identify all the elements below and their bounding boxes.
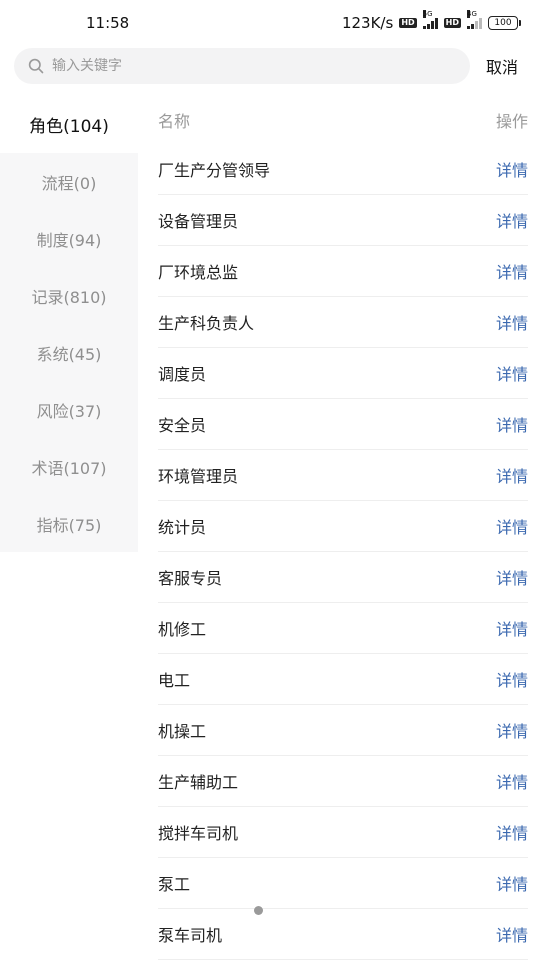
column-header-action: 操作 [495, 112, 528, 131]
row-name: 生产科负责人 [158, 314, 255, 333]
row-name: 机操工 [158, 722, 207, 741]
category-list: 角色(104) 流程(0) 制度(94) 记录(810) 系统(45) 风险(3… [0, 96, 138, 552]
battery-level: 100 [494, 18, 512, 28]
search-input[interactable] [52, 58, 412, 74]
sidebar-item-terms[interactable]: 术语(107) [0, 438, 138, 495]
sidebar-item-processes[interactable]: 流程(0) [0, 153, 138, 210]
row-name: 泵车司机 [158, 926, 223, 945]
detail-link[interactable]: 详情 [496, 157, 528, 181]
sidebar-empty-area [0, 552, 138, 960]
signal-5g-icon: 5G [422, 10, 438, 29]
row-name: 机修工 [158, 620, 207, 639]
detail-link[interactable]: 详情 [496, 463, 528, 487]
sidebar-item-roles[interactable]: 角色(104) [0, 96, 138, 153]
search-row: 取消 [0, 46, 540, 86]
detail-link[interactable]: 详情 [496, 208, 528, 232]
detail-link[interactable]: 详情 [496, 616, 528, 640]
row-name: 安全员 [158, 416, 207, 435]
table-row: 生产辅助工 详情 [158, 756, 528, 807]
detail-link[interactable]: 详情 [496, 769, 528, 793]
detail-link[interactable]: 详情 [496, 565, 528, 589]
row-name: 搅拌车司机 [158, 824, 239, 843]
detail-link[interactable]: 详情 [496, 514, 528, 538]
row-name: 电工 [158, 671, 191, 690]
table-row: 调度员 详情 [158, 348, 528, 399]
role-list: 名称 操作 厂生产分管领导 详情 设备管理员 详情 厂环境总监 详情 生产科负责… [158, 96, 528, 960]
table-row: 搅拌车司机 详情 [158, 807, 528, 858]
network-speed: 123K/s [341, 14, 394, 32]
row-name: 生产辅助工 [158, 773, 239, 792]
hd-icon: HD [443, 18, 461, 28]
list-header: 名称 操作 [158, 96, 528, 144]
sidebar-item-records[interactable]: 记录(810) [0, 267, 138, 324]
status-time: 11:58 [86, 14, 130, 32]
signal-4g-icon: 4G [467, 10, 482, 29]
detail-link[interactable]: 详情 [496, 259, 528, 283]
signal-gen-label: 5G [422, 10, 433, 18]
column-header-name: 名称 [158, 112, 191, 131]
hd-icon: HD [399, 18, 417, 28]
row-name: 客服专员 [158, 569, 223, 588]
search-icon [28, 58, 44, 74]
sidebar-item-indicators[interactable]: 指标(75) [0, 495, 138, 552]
table-row: 泵工 详情 [158, 858, 528, 909]
detail-link[interactable]: 详情 [496, 871, 528, 895]
table-row: 厂生产分管领导 详情 [158, 144, 528, 195]
battery-icon: 100 [488, 16, 521, 30]
detail-link[interactable]: 详情 [496, 718, 528, 742]
table-row: 电工 详情 [158, 654, 528, 705]
scroll-indicator-dot [254, 906, 263, 915]
row-name: 泵工 [158, 875, 191, 894]
row-name: 设备管理员 [158, 212, 239, 231]
table-row: 环境管理员 详情 [158, 450, 528, 501]
sidebar-item-risks[interactable]: 风险(37) [0, 381, 138, 438]
table-row: 客服专员 详情 [158, 552, 528, 603]
row-name: 厂环境总监 [158, 263, 239, 282]
detail-link[interactable]: 详情 [496, 922, 528, 946]
status-bar: 11:58 123K/s HD 5G HD 4G 100 [0, 0, 540, 46]
status-icons: 123K/s HD 5G HD 4G 100 [341, 10, 521, 32]
table-row: 设备管理员 详情 [158, 195, 528, 246]
row-name: 统计员 [158, 518, 207, 537]
row-name: 环境管理员 [158, 467, 239, 486]
cancel-button[interactable]: 取消 [486, 54, 518, 78]
sidebar-item-systems[interactable]: 系统(45) [0, 324, 138, 381]
table-row: 机修工 详情 [158, 603, 528, 654]
detail-link[interactable]: 详情 [496, 412, 528, 436]
row-name: 调度员 [158, 365, 207, 384]
detail-link[interactable]: 详情 [496, 667, 528, 691]
signal-gen-label: 4G [467, 10, 477, 18]
detail-link[interactable]: 详情 [496, 820, 528, 844]
table-row: 安全员 详情 [158, 399, 528, 450]
sidebar-item-policies[interactable]: 制度(94) [0, 210, 138, 267]
table-row: 统计员 详情 [158, 501, 528, 552]
search-box[interactable] [14, 48, 470, 84]
category-sidebar: 角色(104) 流程(0) 制度(94) 记录(810) 系统(45) 风险(3… [0, 96, 138, 960]
table-row: 泵车司机 详情 [158, 909, 528, 960]
detail-link[interactable]: 详情 [496, 310, 528, 334]
table-row: 生产科负责人 详情 [158, 297, 528, 348]
table-row: 厂环境总监 详情 [158, 246, 528, 297]
detail-link[interactable]: 详情 [496, 361, 528, 385]
row-name: 厂生产分管领导 [158, 161, 271, 180]
table-row: 机操工 详情 [158, 705, 528, 756]
